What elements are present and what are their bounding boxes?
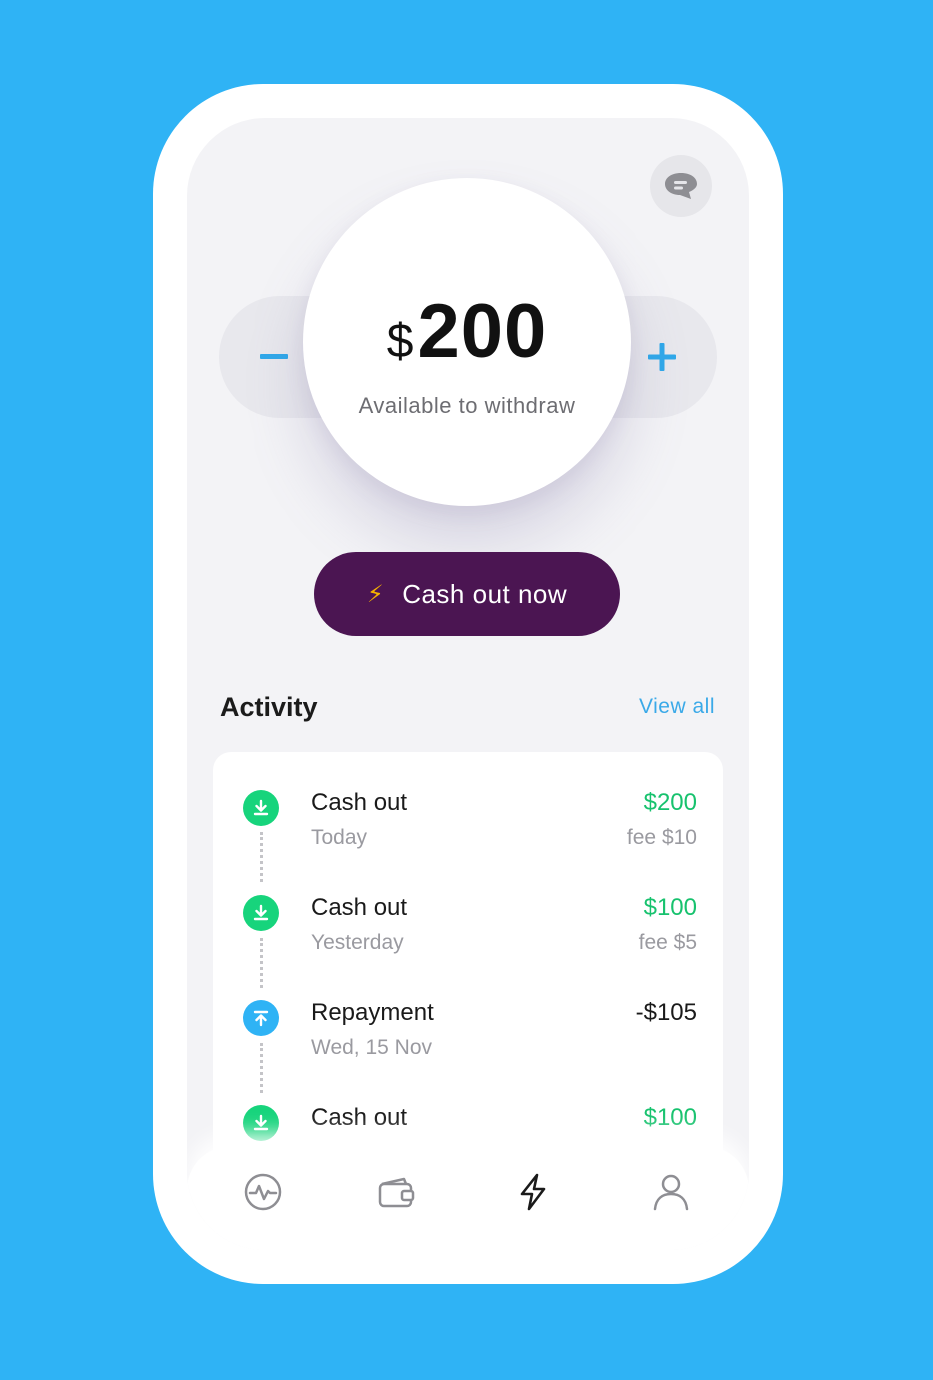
plus-icon xyxy=(648,343,676,371)
activity-pulse-icon xyxy=(244,1173,282,1211)
currency-symbol: $ xyxy=(386,315,414,368)
balance-circle: $ 200 Available to withdraw xyxy=(303,178,631,506)
nav-profile[interactable] xyxy=(650,1171,692,1213)
bottom-nav xyxy=(187,1146,749,1250)
activity-title: Repayment xyxy=(311,999,434,1026)
nav-cash-out[interactable] xyxy=(512,1171,554,1213)
activity-fee: fee $5 xyxy=(638,931,697,954)
balance-label: Available to withdraw xyxy=(358,393,576,418)
decrease-button[interactable] xyxy=(249,322,299,392)
upload-icon xyxy=(243,1000,279,1036)
chat-icon xyxy=(665,173,697,199)
activity-date: Yesterday xyxy=(311,931,404,954)
app-screen: $ 200 Available to withdraw ⚡ Cash out n… xyxy=(187,118,749,1250)
increase-button[interactable] xyxy=(637,322,687,392)
activity-fee: fee $10 xyxy=(626,826,697,849)
cash-out-now-button[interactable]: ⚡ Cash out now xyxy=(314,552,620,636)
activity-item[interactable]: Cash out Yesterday $100 fee $5 xyxy=(213,892,723,997)
view-all-link[interactable]: View all xyxy=(639,695,715,719)
activity-item[interactable]: Repayment Wed, 15 Nov -$105 xyxy=(213,997,723,1102)
lightning-icon: ⚡ xyxy=(366,580,385,608)
minus-icon xyxy=(260,354,288,359)
activity-amount: $200 xyxy=(643,789,697,816)
activity-title: Cash out xyxy=(311,1104,408,1131)
wallet-icon xyxy=(378,1177,415,1208)
nav-activity[interactable] xyxy=(242,1171,284,1213)
activity-amount: $100 xyxy=(643,1104,697,1131)
activity-amount: -$105 xyxy=(635,999,697,1026)
activity-heading: Activity xyxy=(220,692,318,722)
cash-out-now-label: Cash out now xyxy=(402,578,568,609)
profile-icon xyxy=(653,1174,689,1211)
activity-date: Today xyxy=(311,826,368,849)
balance-value: 200 xyxy=(417,289,548,374)
nav-wallet[interactable] xyxy=(375,1171,417,1213)
download-icon xyxy=(243,1105,279,1141)
activity-date: Wed, 15 Nov xyxy=(311,1036,433,1059)
lightning-icon xyxy=(520,1173,546,1211)
download-icon xyxy=(243,895,279,931)
activity-amount: $100 xyxy=(643,894,697,921)
download-icon xyxy=(243,790,279,826)
activity-title: Cash out xyxy=(311,789,408,816)
activity-title: Cash out xyxy=(311,894,408,921)
phone-frame: $ 200 Available to withdraw ⚡ Cash out n… xyxy=(153,84,783,1284)
activity-item[interactable]: Cash out Today $200 fee $10 xyxy=(213,787,723,892)
balance-amount: $ 200 xyxy=(303,288,631,375)
chat-button[interactable] xyxy=(650,155,712,217)
